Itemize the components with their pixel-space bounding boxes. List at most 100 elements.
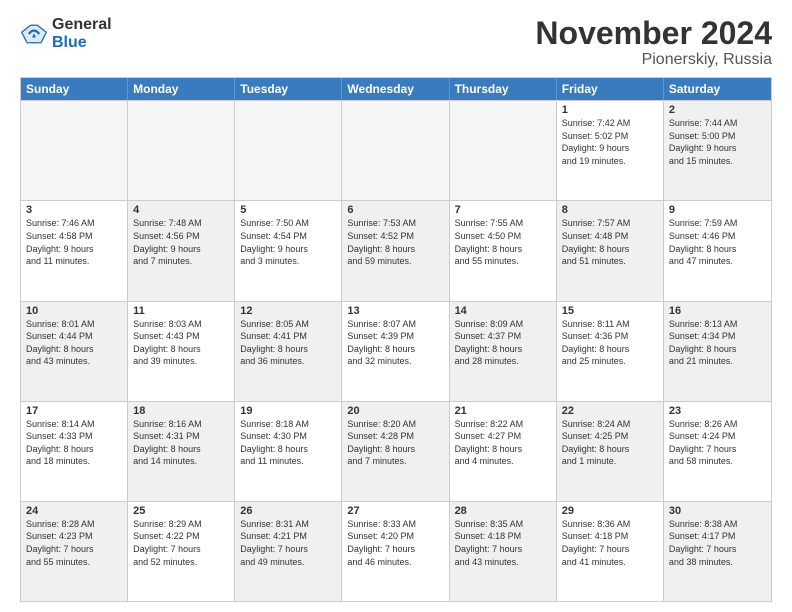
day-number-21: 21 xyxy=(455,405,551,417)
cal-cell-r2-c0: 10Sunrise: 8:01 AM Sunset: 4:44 PM Dayli… xyxy=(21,302,128,401)
cal-cell-r1-c3: 6Sunrise: 7:53 AM Sunset: 4:52 PM Daylig… xyxy=(342,201,449,300)
day-info-22: Sunrise: 8:24 AM Sunset: 4:25 PM Dayligh… xyxy=(562,418,658,468)
cal-cell-r4-c2: 26Sunrise: 8:31 AM Sunset: 4:21 PM Dayli… xyxy=(235,502,342,601)
day-info-23: Sunrise: 8:26 AM Sunset: 4:24 PM Dayligh… xyxy=(669,418,766,468)
day-info-3: Sunrise: 7:46 AM Sunset: 4:58 PM Dayligh… xyxy=(26,217,122,267)
day-number-26: 26 xyxy=(240,505,336,517)
cal-cell-r2-c1: 11Sunrise: 8:03 AM Sunset: 4:43 PM Dayli… xyxy=(128,302,235,401)
calendar: Sunday Monday Tuesday Wednesday Thursday… xyxy=(20,77,772,602)
day-number-9: 9 xyxy=(669,204,766,216)
day-info-19: Sunrise: 8:18 AM Sunset: 4:30 PM Dayligh… xyxy=(240,418,336,468)
day-number-24: 24 xyxy=(26,505,122,517)
day-info-15: Sunrise: 8:11 AM Sunset: 4:36 PM Dayligh… xyxy=(562,318,658,368)
day-number-27: 27 xyxy=(347,505,443,517)
day-info-27: Sunrise: 8:33 AM Sunset: 4:20 PM Dayligh… xyxy=(347,518,443,568)
cal-cell-r0-c4 xyxy=(450,101,557,200)
day-info-1: Sunrise: 7:42 AM Sunset: 5:02 PM Dayligh… xyxy=(562,117,658,167)
cal-cell-r3-c4: 21Sunrise: 8:22 AM Sunset: 4:27 PM Dayli… xyxy=(450,402,557,501)
day-number-12: 12 xyxy=(240,305,336,317)
title-block: November 2024 Pionerskiy, Russia xyxy=(535,16,772,69)
cal-cell-r1-c4: 7Sunrise: 7:55 AM Sunset: 4:50 PM Daylig… xyxy=(450,201,557,300)
cal-cell-r1-c6: 9Sunrise: 7:59 AM Sunset: 4:46 PM Daylig… xyxy=(664,201,771,300)
day-info-4: Sunrise: 7:48 AM Sunset: 4:56 PM Dayligh… xyxy=(133,217,229,267)
cal-cell-r1-c2: 5Sunrise: 7:50 AM Sunset: 4:54 PM Daylig… xyxy=(235,201,342,300)
cal-cell-r0-c1 xyxy=(128,101,235,200)
day-number-6: 6 xyxy=(347,204,443,216)
day-number-16: 16 xyxy=(669,305,766,317)
cal-cell-r2-c6: 16Sunrise: 8:13 AM Sunset: 4:34 PM Dayli… xyxy=(664,302,771,401)
day-info-10: Sunrise: 8:01 AM Sunset: 4:44 PM Dayligh… xyxy=(26,318,122,368)
header: General Blue November 2024 Pionerskiy, R… xyxy=(20,16,772,69)
cal-cell-r2-c3: 13Sunrise: 8:07 AM Sunset: 4:39 PM Dayli… xyxy=(342,302,449,401)
day-info-26: Sunrise: 8:31 AM Sunset: 4:21 PM Dayligh… xyxy=(240,518,336,568)
day-info-11: Sunrise: 8:03 AM Sunset: 4:43 PM Dayligh… xyxy=(133,318,229,368)
day-number-13: 13 xyxy=(347,305,443,317)
cal-cell-r3-c1: 18Sunrise: 8:16 AM Sunset: 4:31 PM Dayli… xyxy=(128,402,235,501)
cal-cell-r4-c0: 24Sunrise: 8:28 AM Sunset: 4:23 PM Dayli… xyxy=(21,502,128,601)
cal-cell-r0-c6: 2Sunrise: 7:44 AM Sunset: 5:00 PM Daylig… xyxy=(664,101,771,200)
logo-blue-text: Blue xyxy=(52,34,112,52)
day-number-4: 4 xyxy=(133,204,229,216)
cal-cell-r4-c4: 28Sunrise: 8:35 AM Sunset: 4:18 PM Dayli… xyxy=(450,502,557,601)
day-number-8: 8 xyxy=(562,204,658,216)
day-info-21: Sunrise: 8:22 AM Sunset: 4:27 PM Dayligh… xyxy=(455,418,551,468)
day-info-12: Sunrise: 8:05 AM Sunset: 4:41 PM Dayligh… xyxy=(240,318,336,368)
cal-cell-r3-c6: 23Sunrise: 8:26 AM Sunset: 4:24 PM Dayli… xyxy=(664,402,771,501)
day-number-2: 2 xyxy=(669,104,766,116)
day-number-30: 30 xyxy=(669,505,766,517)
header-tuesday: Tuesday xyxy=(235,78,342,100)
header-wednesday: Wednesday xyxy=(342,78,449,100)
day-number-29: 29 xyxy=(562,505,658,517)
cal-cell-r3-c3: 20Sunrise: 8:20 AM Sunset: 4:28 PM Dayli… xyxy=(342,402,449,501)
calendar-header: Sunday Monday Tuesday Wednesday Thursday… xyxy=(21,78,771,100)
day-number-11: 11 xyxy=(133,305,229,317)
day-info-30: Sunrise: 8:38 AM Sunset: 4:17 PM Dayligh… xyxy=(669,518,766,568)
day-number-25: 25 xyxy=(133,505,229,517)
day-info-17: Sunrise: 8:14 AM Sunset: 4:33 PM Dayligh… xyxy=(26,418,122,468)
month-title: November 2024 xyxy=(535,16,772,51)
day-number-20: 20 xyxy=(347,405,443,417)
cal-cell-r4-c3: 27Sunrise: 8:33 AM Sunset: 4:20 PM Dayli… xyxy=(342,502,449,601)
day-info-25: Sunrise: 8:29 AM Sunset: 4:22 PM Dayligh… xyxy=(133,518,229,568)
page: General Blue November 2024 Pionerskiy, R… xyxy=(0,0,792,612)
logo-text: General Blue xyxy=(52,16,112,51)
day-info-18: Sunrise: 8:16 AM Sunset: 4:31 PM Dayligh… xyxy=(133,418,229,468)
day-number-15: 15 xyxy=(562,305,658,317)
day-info-6: Sunrise: 7:53 AM Sunset: 4:52 PM Dayligh… xyxy=(347,217,443,267)
day-info-14: Sunrise: 8:09 AM Sunset: 4:37 PM Dayligh… xyxy=(455,318,551,368)
cal-row-0: 1Sunrise: 7:42 AM Sunset: 5:02 PM Daylig… xyxy=(21,100,771,200)
day-number-28: 28 xyxy=(455,505,551,517)
day-info-13: Sunrise: 8:07 AM Sunset: 4:39 PM Dayligh… xyxy=(347,318,443,368)
header-saturday: Saturday xyxy=(664,78,771,100)
cal-cell-r4-c6: 30Sunrise: 8:38 AM Sunset: 4:17 PM Dayli… xyxy=(664,502,771,601)
day-number-3: 3 xyxy=(26,204,122,216)
cal-row-1: 3Sunrise: 7:46 AM Sunset: 4:58 PM Daylig… xyxy=(21,200,771,300)
cal-row-3: 17Sunrise: 8:14 AM Sunset: 4:33 PM Dayli… xyxy=(21,401,771,501)
cal-cell-r0-c2 xyxy=(235,101,342,200)
cal-cell-r4-c5: 29Sunrise: 8:36 AM Sunset: 4:18 PM Dayli… xyxy=(557,502,664,601)
logo: General Blue xyxy=(20,16,112,51)
cal-cell-r3-c0: 17Sunrise: 8:14 AM Sunset: 4:33 PM Dayli… xyxy=(21,402,128,501)
cal-cell-r2-c4: 14Sunrise: 8:09 AM Sunset: 4:37 PM Dayli… xyxy=(450,302,557,401)
day-info-2: Sunrise: 7:44 AM Sunset: 5:00 PM Dayligh… xyxy=(669,117,766,167)
subtitle: Pionerskiy, Russia xyxy=(535,51,772,69)
day-number-17: 17 xyxy=(26,405,122,417)
logo-icon xyxy=(20,20,48,48)
day-number-7: 7 xyxy=(455,204,551,216)
day-number-22: 22 xyxy=(562,405,658,417)
cal-cell-r3-c2: 19Sunrise: 8:18 AM Sunset: 4:30 PM Dayli… xyxy=(235,402,342,501)
day-info-16: Sunrise: 8:13 AM Sunset: 4:34 PM Dayligh… xyxy=(669,318,766,368)
cal-cell-r2-c2: 12Sunrise: 8:05 AM Sunset: 4:41 PM Dayli… xyxy=(235,302,342,401)
day-info-8: Sunrise: 7:57 AM Sunset: 4:48 PM Dayligh… xyxy=(562,217,658,267)
cal-cell-r0-c5: 1Sunrise: 7:42 AM Sunset: 5:02 PM Daylig… xyxy=(557,101,664,200)
cal-cell-r2-c5: 15Sunrise: 8:11 AM Sunset: 4:36 PM Dayli… xyxy=(557,302,664,401)
day-number-19: 19 xyxy=(240,405,336,417)
day-info-9: Sunrise: 7:59 AM Sunset: 4:46 PM Dayligh… xyxy=(669,217,766,267)
cal-cell-r0-c0 xyxy=(21,101,128,200)
day-number-1: 1 xyxy=(562,104,658,116)
day-info-20: Sunrise: 8:20 AM Sunset: 4:28 PM Dayligh… xyxy=(347,418,443,468)
day-number-5: 5 xyxy=(240,204,336,216)
cal-cell-r1-c5: 8Sunrise: 7:57 AM Sunset: 4:48 PM Daylig… xyxy=(557,201,664,300)
day-info-5: Sunrise: 7:50 AM Sunset: 4:54 PM Dayligh… xyxy=(240,217,336,267)
cal-cell-r1-c0: 3Sunrise: 7:46 AM Sunset: 4:58 PM Daylig… xyxy=(21,201,128,300)
